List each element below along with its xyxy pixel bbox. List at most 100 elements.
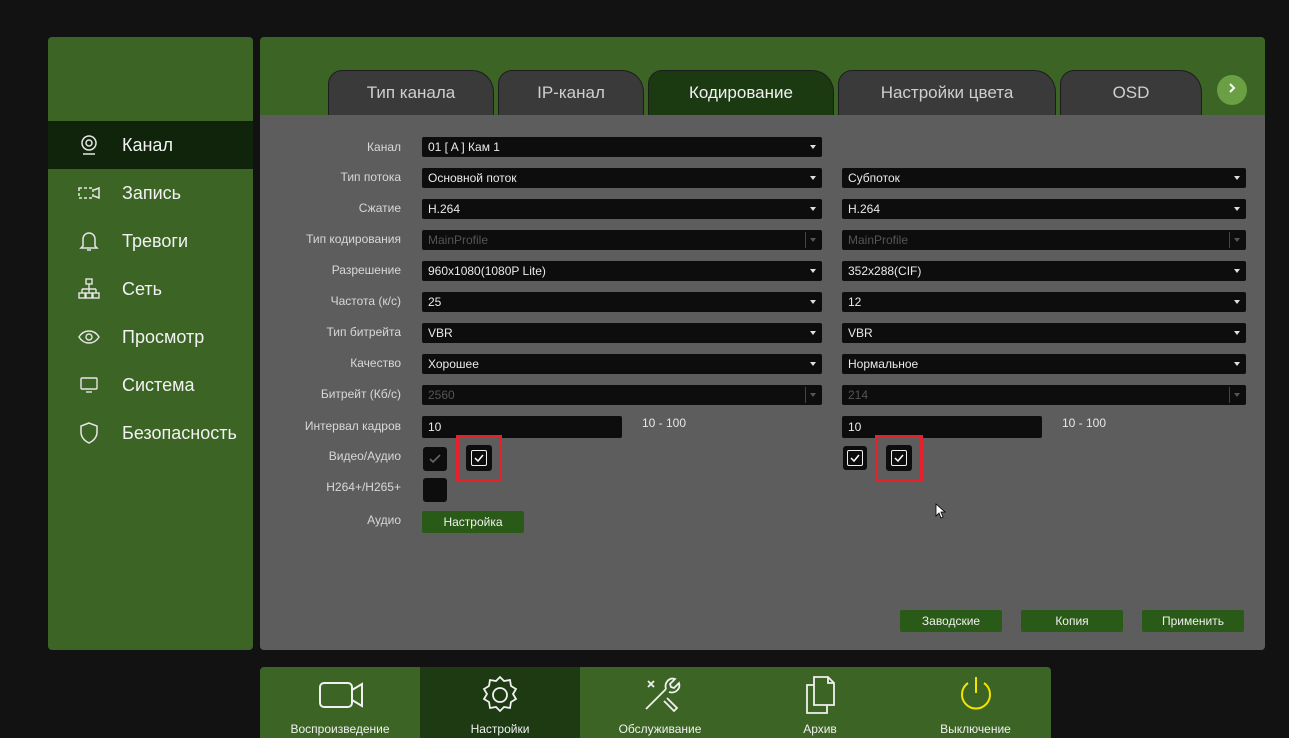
power-icon [900,673,1051,717]
camera-icon [78,134,100,156]
dropdown-arrow-icon [810,238,816,242]
sub-quality-select[interactable]: Нормальное [842,354,1246,374]
sub-frame-rate-select[interactable]: 12 [842,292,1246,312]
sidebar-item-label: Безопасность [122,422,237,443]
bottom-item-playback[interactable]: Воспроизведение [260,667,420,738]
dropdown-arrow-icon [810,176,816,180]
select-value: 25 [428,295,442,309]
bottom-item-maintenance[interactable]: Обслуживание [580,667,740,738]
channel-select[interactable]: 01 [ A ] Кам 1 [422,137,822,157]
sub-bitrate-type-select[interactable]: VBR [842,323,1246,343]
tab-label: IP-канал [537,83,605,102]
sub-frame-interval-input[interactable]: 10 [842,416,1042,438]
main-frame-interval-input[interactable]: 10 [422,416,622,438]
input-value: 10 [428,420,442,434]
eye-icon [78,326,100,348]
default-button[interactable]: Заводские [900,610,1002,632]
tab-ip-channel[interactable]: IP-канал [498,70,644,115]
main-audio-checkbox[interactable] [466,445,492,471]
sub-video-checkbox[interactable] [843,446,867,470]
main-resolution-select[interactable]: 960x1080(1080P Lite) [422,261,822,281]
sub-compression-select[interactable]: H.264 [842,199,1246,219]
select-value: Нормальное [848,357,919,371]
input-value: 10 [848,420,862,434]
h264plus-checkbox[interactable] [423,478,447,502]
sidebar-item-network[interactable]: Сеть [48,265,253,313]
dropdown-arrow-icon [1234,207,1240,211]
dropdown-arrow-icon [1234,269,1240,273]
button-label: Копия [1055,614,1089,628]
record-icon [78,182,100,204]
main-bitrate-type-select[interactable]: VBR [422,323,822,343]
dropdown-arrow-icon [1234,300,1240,304]
network-icon [78,278,100,300]
tools-icon [580,673,740,717]
apply-button[interactable]: Применить [1142,610,1244,632]
bell-icon [78,230,100,252]
dropdown-arrow-icon [810,393,816,397]
label-audio: Аудио [367,513,401,527]
playback-camera-icon [260,673,420,717]
encoding-form: Канал Тип потока Сжатие Тип кодирования … [260,115,1265,650]
copy-button[interactable]: Копия [1021,610,1123,632]
sidebar-item-view[interactable]: Просмотр [48,313,253,361]
bottom-item-label: Воспроизведение [290,722,390,736]
sidebar-item-channel[interactable]: Канал [48,121,253,169]
main-frame-interval-range: 10 - 100 [642,416,687,430]
select-value: VBR [428,326,453,340]
select-value: 214 [848,388,869,402]
dropdown-arrow-icon [1234,362,1240,366]
select-value: VBR [848,326,873,340]
bottom-item-settings[interactable]: Настройки [420,667,580,738]
label-resolution: Разрешение [331,263,401,277]
sidebar-item-record[interactable]: Запись [48,169,253,217]
label-stream-type: Тип потока [340,170,401,184]
main-compression-select[interactable]: H.264 [422,199,822,219]
next-tab-button[interactable] [1217,75,1247,105]
button-label: Настройка [443,515,503,529]
select-value: 960x1080(1080P Lite) [428,264,546,278]
select-value: Хорошее [428,357,479,371]
audio-setup-button[interactable]: Настройка [422,511,524,533]
label-frame-rate: Частота (к/с) [330,294,401,308]
sub-audio-checkbox[interactable] [886,445,912,471]
chevron-right-icon [1226,81,1238,99]
sidebar-item-system[interactable]: Система [48,361,253,409]
tab-label: Кодирование [689,83,793,102]
tab-color-settings[interactable]: Настройки цвета [838,70,1056,115]
select-value: Основной поток [428,171,517,185]
label-frame-interval: Интервал кадров [304,419,401,433]
sidebar-item-security[interactable]: Безопасность [48,409,253,457]
main-encoding-type-select: MainProfile [422,230,822,250]
sub-bitrate-select: 214 [842,385,1246,405]
dropdown-arrow-icon [1234,393,1240,397]
tab-label: Тип канала [366,83,456,102]
sub-resolution-select[interactable]: 352x288(CIF) [842,261,1246,281]
select-value: Субпоток [848,171,900,185]
mouse-cursor-icon [935,503,947,524]
bottom-item-label: Выключение [940,722,1011,736]
dropdown-arrow-icon [1234,331,1240,335]
bottom-item-shutdown[interactable]: Выключение [900,667,1051,738]
main-stream-type-select[interactable]: Основной поток [422,168,822,188]
select-value: 01 [ A ] Кам 1 [428,140,500,154]
tab-osd[interactable]: OSD [1060,70,1202,115]
tab-encoding[interactable]: Кодирование [648,70,834,115]
tab-label: Настройки цвета [880,83,1014,102]
label-bitrate-type: Тип битрейта [326,325,402,339]
sub-stream-type-select[interactable]: Субпоток [842,168,1246,188]
tab-channel-type[interactable]: Тип канала [328,70,494,115]
main-frame-rate-select[interactable]: 25 [422,292,822,312]
main-video-checkbox[interactable] [423,447,447,471]
files-icon [740,673,900,717]
main-quality-select[interactable]: Хорошее [422,354,822,374]
settings-panel: Тип канала IP-канал Кодирование Настройк… [260,37,1265,650]
bottom-bar: Воспроизведение Настройки Обслуживание А… [260,667,1051,738]
bottom-item-archive[interactable]: Архив [740,667,900,738]
select-value: H.264 [848,202,881,216]
sidebar-item-label: Канал [122,134,173,155]
sidebar-item-alarms[interactable]: Тревоги [48,217,253,265]
dropdown-arrow-icon [1234,176,1240,180]
sidebar-item-label: Просмотр [122,326,205,347]
bottom-item-label: Настройки [470,722,530,736]
